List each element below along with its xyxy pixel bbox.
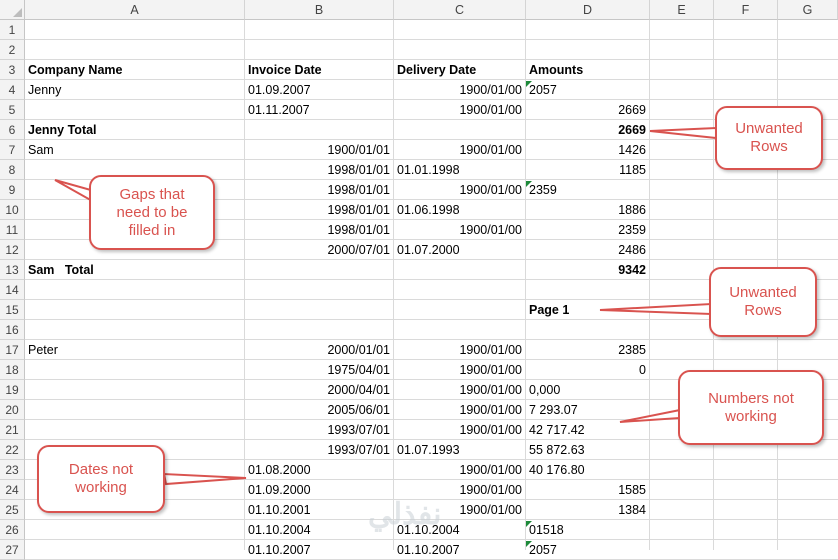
callout-unwanted-rows: Unwanted Rows: [709, 267, 817, 337]
arrow-dates: [162, 472, 247, 486]
callout-unwanted-rows: Unwanted Rows: [715, 106, 823, 170]
arrow-unwanted-rows-1: [649, 126, 717, 140]
callout-gaps-to-fill: Gaps that need to be filled in: [89, 175, 215, 250]
arrow-unwanted-rows-2: [599, 302, 712, 316]
spreadsheet: A B C D E F G 1 2 3 4 5 6 7 8 9 10 11 12 13 14 15 16 17 1…: [0, 0, 838, 560]
callout-numbers-not-working: Numbers not working: [678, 370, 824, 445]
callout-dates-not-working: Dates not working: [37, 445, 165, 513]
arrow-numbers: [619, 408, 681, 423]
